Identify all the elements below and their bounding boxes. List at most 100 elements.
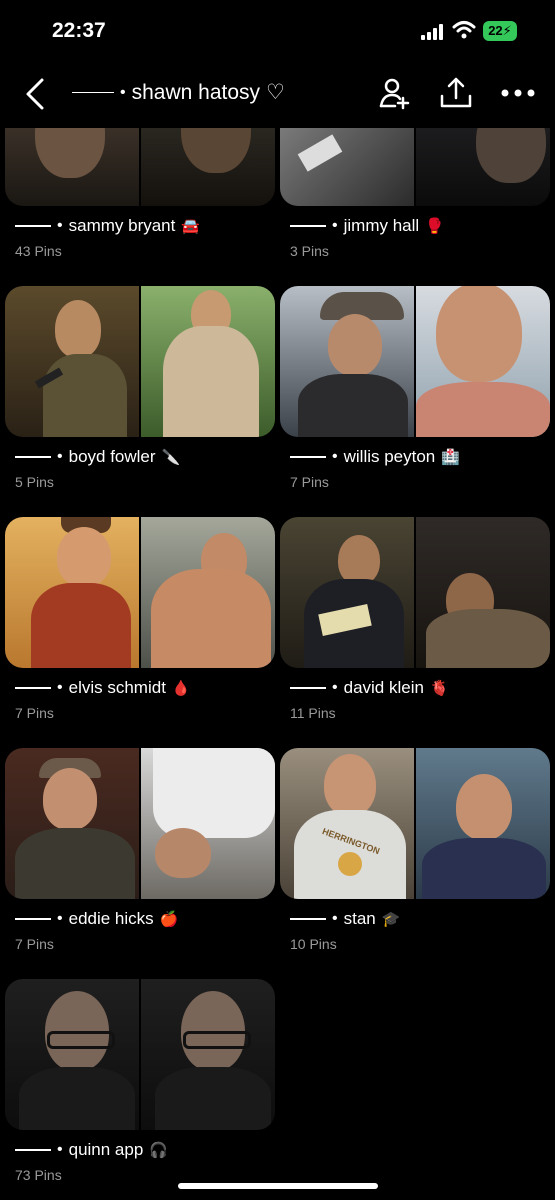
page-title: • shawn hatosy ♡ xyxy=(72,80,285,105)
battery-level: 22 xyxy=(488,23,503,38)
pin-count: 43 Pins xyxy=(15,243,62,259)
board-card[interactable]: • sammy bryant 🚘 43 Pins xyxy=(5,128,275,259)
status-time: 22:37 xyxy=(52,19,106,42)
board-cover xyxy=(5,286,275,437)
cover-image-right xyxy=(141,128,275,206)
name-dash xyxy=(15,456,51,458)
name-dash xyxy=(290,225,326,227)
name-dot: • xyxy=(332,910,338,927)
cover-image-right xyxy=(416,748,550,899)
apple-icon: 🍎 xyxy=(159,911,179,928)
cover-image-right xyxy=(416,517,550,668)
cover-image-right xyxy=(141,286,275,437)
shirt-print: HERRINGTON xyxy=(321,826,381,876)
cover-image-right xyxy=(416,286,550,437)
cover-image-right xyxy=(141,979,275,1130)
board-name: jimmy hall xyxy=(343,216,420,235)
name-dash xyxy=(15,918,51,920)
name-dot: • xyxy=(57,679,63,696)
board-card[interactable]: • jimmy hall 🥊 3 Pins xyxy=(280,128,550,259)
cover-image-right xyxy=(416,128,550,206)
board-cover xyxy=(280,517,550,668)
cover-image-left: HERRINGTON xyxy=(280,748,414,899)
board-cover xyxy=(5,979,275,1130)
name-dash xyxy=(15,1149,51,1151)
cover-image-left xyxy=(280,517,414,668)
wifi-icon xyxy=(452,21,476,39)
board-name-row: • stan 🎓 xyxy=(290,909,550,929)
board-name-row: • sammy bryant 🚘 xyxy=(15,216,275,236)
name-dash xyxy=(290,687,326,689)
board-card[interactable]: • david klein 🫀 11 Pins xyxy=(280,517,550,721)
board-name-row: • quinn app 🎧 xyxy=(15,1140,275,1160)
svg-text:HERRINGTON: HERRINGTON xyxy=(321,826,381,856)
board-cover xyxy=(5,128,275,206)
board-name: eddie hicks xyxy=(68,909,154,928)
cover-image-right xyxy=(141,748,275,899)
cover-image-left xyxy=(280,286,414,437)
board-name-row: • boyd fowler 🔪 xyxy=(15,447,275,467)
name-dot: • xyxy=(332,448,338,465)
more-icon[interactable] xyxy=(500,88,536,98)
board-header: • shawn hatosy ♡ xyxy=(0,62,555,128)
name-dot: • xyxy=(332,679,338,696)
cover-image-left xyxy=(5,128,139,206)
blood-drop-icon: 🩸 xyxy=(171,680,191,697)
car-icon: 🚘 xyxy=(181,218,201,235)
name-dot: • xyxy=(57,448,63,465)
cover-image-left xyxy=(5,748,139,899)
hospital-icon: 🏥 xyxy=(441,449,460,466)
board-card[interactable]: HERRINGTON • stan 🎓 10 Pins xyxy=(280,748,550,952)
board-cover xyxy=(280,128,550,206)
pin-count: 3 Pins xyxy=(290,243,329,259)
name-dot: • xyxy=(57,217,63,234)
name-dash xyxy=(15,225,51,227)
cover-image-left xyxy=(280,128,414,206)
add-collaborator-icon[interactable] xyxy=(378,76,412,110)
battery-icon: 22⚡ xyxy=(483,21,517,41)
back-chevron-icon[interactable] xyxy=(22,76,52,112)
board-card[interactable]: • willis peyton 🏥 7 Pins xyxy=(280,286,550,490)
pin-count: 73 Pins xyxy=(15,1167,62,1183)
pin-count: 11 Pins xyxy=(290,705,336,721)
board-card[interactable]: • elvis schmidt 🩸 7 Pins xyxy=(5,517,275,721)
name-dash xyxy=(290,456,326,458)
board-name: willis peyton xyxy=(343,447,436,466)
board-name-row: • willis peyton 🏥 xyxy=(290,447,550,467)
pin-count: 7 Pins xyxy=(15,705,54,721)
board-name: quinn app xyxy=(68,1140,144,1159)
board-name-row: • david klein 🫀 xyxy=(290,678,550,698)
board-cover xyxy=(5,748,275,899)
home-indicator[interactable] xyxy=(178,1183,378,1189)
board-name: stan xyxy=(343,909,376,928)
title-dash xyxy=(72,91,114,94)
board-name-row: • jimmy hall 🥊 xyxy=(290,216,550,236)
status-bar: 22:37 22⚡ xyxy=(0,0,555,62)
headphones-icon: 🎧 xyxy=(149,1142,168,1159)
name-dot: • xyxy=(332,217,338,234)
board-name: sammy bryant xyxy=(68,216,176,235)
board-card[interactable]: • quinn app 🎧 73 Pins xyxy=(5,979,275,1183)
name-dash xyxy=(290,918,326,920)
board-cover: HERRINGTON xyxy=(280,748,550,899)
board-cover xyxy=(280,286,550,437)
signal-icon xyxy=(421,24,443,40)
board-card[interactable]: • eddie hicks 🍎 7 Pins xyxy=(5,748,275,952)
cover-image-left xyxy=(5,517,139,668)
pin-count: 7 Pins xyxy=(290,474,329,490)
cover-image-left xyxy=(5,979,139,1130)
name-dash xyxy=(15,687,51,689)
board-name: elvis schmidt xyxy=(68,678,166,697)
title-text: shawn hatosy xyxy=(131,80,261,104)
pin-count: 7 Pins xyxy=(15,936,54,952)
anatomical-heart-icon: 🫀 xyxy=(429,680,449,697)
board-cover xyxy=(5,517,275,668)
knife-icon: 🔪 xyxy=(161,449,181,466)
pin-count: 10 Pins xyxy=(290,936,337,952)
share-icon[interactable] xyxy=(438,76,474,110)
pin-count: 5 Pins xyxy=(15,474,54,490)
board-card[interactable]: • boyd fowler 🔪 5 Pins xyxy=(5,286,275,490)
heart-icon: ♡ xyxy=(266,81,285,104)
boxing-glove-icon: 🥊 xyxy=(425,218,444,235)
title-dot: • xyxy=(120,83,126,101)
